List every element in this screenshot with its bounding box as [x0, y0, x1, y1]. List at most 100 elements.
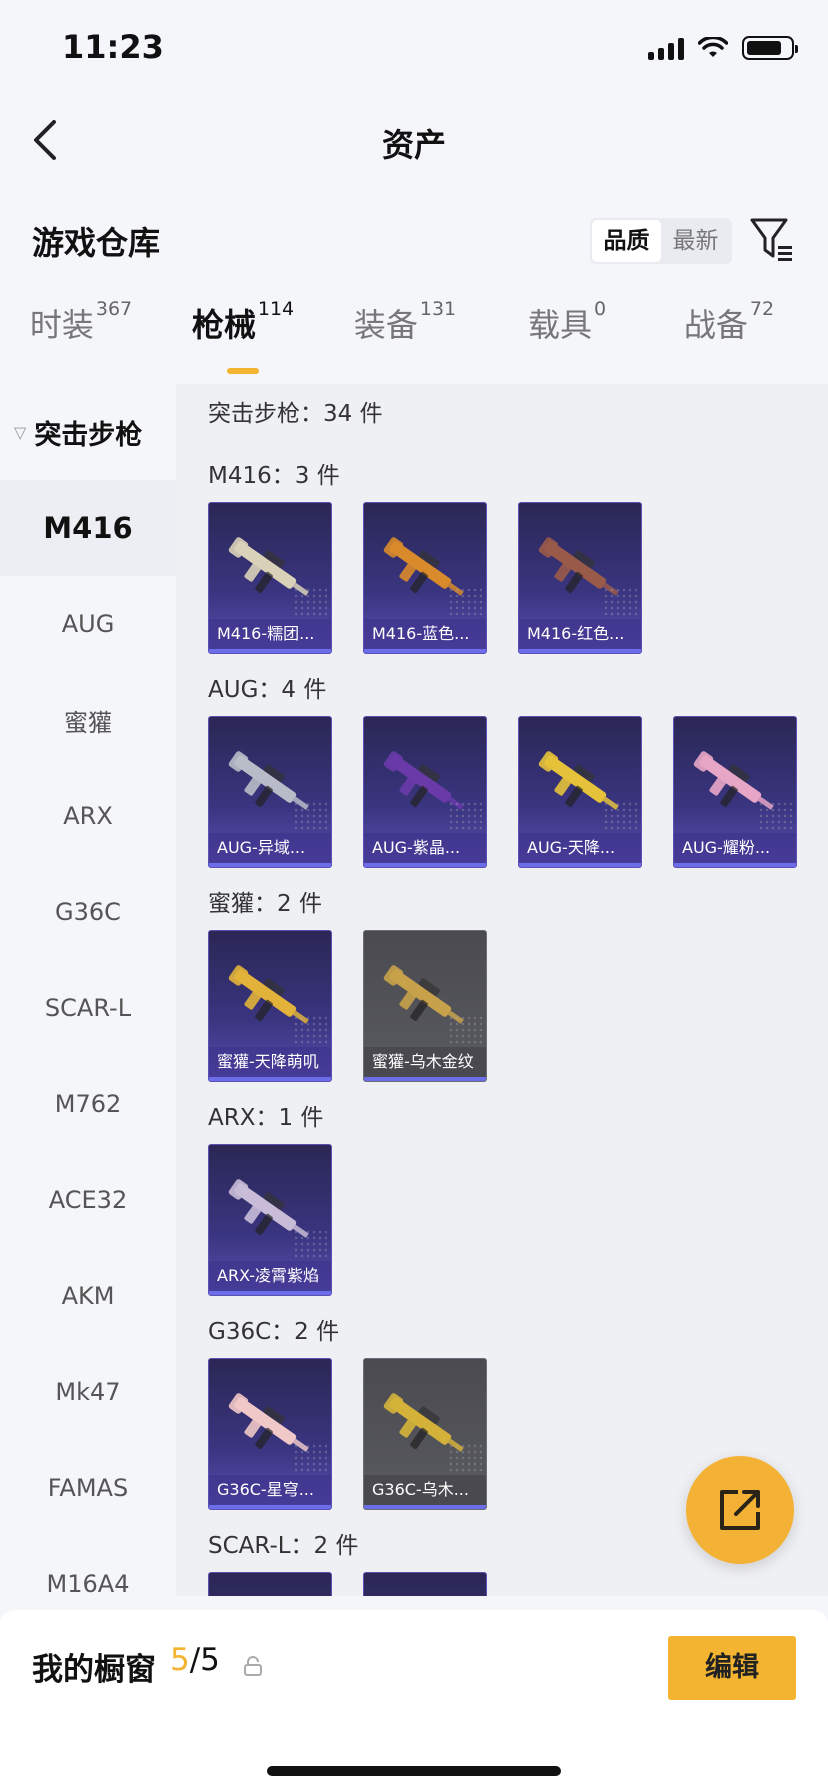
- card-bar: [209, 1077, 331, 1081]
- skin-card[interactable]: 蜜獾-乌木金纹: [363, 930, 487, 1082]
- tab-count: 131: [419, 298, 457, 320]
- skin-name: G36C-乌木...: [364, 1475, 486, 1505]
- skin-name: M416-红色...: [519, 619, 641, 649]
- status-bar: 11:23: [0, 0, 828, 100]
- sort-quality-button[interactable]: 品质: [592, 220, 661, 262]
- section-title: G36C：2 件: [208, 1319, 340, 1345]
- tab-count: 0: [593, 298, 607, 320]
- sidebar-item[interactable]: 蜜獾: [0, 672, 176, 768]
- sidebar-group-assault-rifles[interactable]: ▽ 突击步枪: [0, 384, 176, 480]
- filter-icon[interactable]: [748, 214, 796, 266]
- card-bar: [364, 863, 486, 867]
- skin-name: AUG-紫晶...: [364, 833, 486, 863]
- showcase-count: 5/5: [170, 1642, 220, 1678]
- tab-count: 367: [95, 298, 133, 320]
- sidebar-item[interactable]: Mk47: [0, 1344, 176, 1440]
- rifle-icon: [223, 1591, 319, 1596]
- sidebar-item[interactable]: AKM: [0, 1248, 176, 1344]
- skin-card[interactable]: 蜜獾-天降萌叽: [208, 930, 332, 1082]
- skin-card[interactable]: [363, 1572, 487, 1596]
- showcase-label: 我的橱窗: [32, 1652, 156, 1688]
- card-pattern: [603, 801, 637, 831]
- card-pattern: [293, 587, 327, 617]
- sort-toggle: 品质 最新: [590, 218, 732, 264]
- tab-label: 装备: [353, 306, 418, 344]
- section-title: AUG：4 件: [208, 677, 327, 703]
- tab-label: 时装: [29, 306, 94, 344]
- page-title: 游戏仓库: [32, 224, 161, 262]
- sidebar-item[interactable]: AUG: [0, 576, 176, 672]
- skin-name: AUG-耀粉...: [674, 833, 796, 863]
- skin-card[interactable]: G36C-乌木...: [363, 1358, 487, 1510]
- card-pattern: [293, 1229, 327, 1259]
- skin-grid: [208, 1572, 828, 1596]
- tab-firearms[interactable]: 枪械 114: [162, 298, 324, 384]
- category-count: 突击步枪：34 件: [208, 401, 383, 427]
- skin-name: G36C-星穹...: [209, 1475, 331, 1505]
- skin-name: 蜜獾-天降萌叽: [209, 1047, 331, 1077]
- skin-card[interactable]: AUG-天降...: [518, 716, 642, 868]
- card-pattern: [448, 1015, 482, 1045]
- skin-card[interactable]: G36C-星穹...: [208, 1358, 332, 1510]
- skin-card[interactable]: AUG-异域...: [208, 716, 332, 868]
- card-pattern: [293, 1443, 327, 1473]
- card-bar: [519, 649, 641, 653]
- tab-underline: [227, 368, 259, 374]
- skin-card[interactable]: M416-糯团...: [208, 502, 332, 654]
- wifi-icon: [698, 37, 728, 57]
- tab-vehicles[interactable]: 载具 0: [486, 298, 648, 384]
- showcase-bar: 我的橱窗 5/5 编辑: [0, 1610, 828, 1792]
- category-tabs: 时装 367 枪械 114 装备 131 载具 0 战备 72: [0, 298, 828, 384]
- card-bar: [674, 863, 796, 867]
- showcase-total: /5: [189, 1642, 220, 1678]
- sidebar-item[interactable]: M416: [0, 480, 176, 576]
- share-button[interactable]: [686, 1456, 794, 1564]
- skin-card[interactable]: AUG-耀粉...: [673, 716, 797, 868]
- card-bar: [209, 863, 331, 867]
- battery-icon: [742, 36, 798, 60]
- tab-count: 72: [749, 298, 775, 320]
- tab-label: 枪械: [191, 306, 256, 344]
- section-title: M416：3 件: [208, 463, 340, 489]
- weapon-sections: M416：3 件 M416-糯团... M416-蓝色... M416-红色..…: [208, 444, 828, 1596]
- skin-card[interactable]: ARX-凌霄紫焰: [208, 1144, 332, 1296]
- sidebar-item[interactable]: ACE32: [0, 1152, 176, 1248]
- skin-name: M416-糯团...: [209, 619, 331, 649]
- rifle-icon: [378, 1591, 474, 1596]
- sidebar-item[interactable]: ARX: [0, 768, 176, 864]
- skin-name: 蜜獾-乌木金纹: [364, 1047, 486, 1077]
- card-bar: [364, 1505, 486, 1509]
- tab-label: 战备: [683, 306, 748, 344]
- card-bar: [519, 863, 641, 867]
- sort-newest-button[interactable]: 最新: [661, 220, 730, 262]
- skin-card[interactable]: M416-蓝色...: [363, 502, 487, 654]
- sidebar-item[interactable]: M762: [0, 1056, 176, 1152]
- sidebar-item[interactable]: M16A4: [0, 1536, 176, 1596]
- tab-equipment[interactable]: 装备 131: [324, 298, 486, 384]
- skin-name: ARX-凌霄紫焰: [209, 1261, 331, 1291]
- skin-grid: M416-糯团... M416-蓝色... M416-红色...: [208, 502, 828, 654]
- warehouse-header: 游戏仓库 品质 最新: [0, 210, 828, 270]
- tab-count: 114: [257, 298, 295, 320]
- skin-grid: 蜜獾-天降萌叽 蜜獾-乌木金纹: [208, 930, 828, 1082]
- skin-card[interactable]: M416-红色...: [518, 502, 642, 654]
- card-pattern: [448, 1443, 482, 1473]
- card-pattern: [758, 801, 792, 831]
- card-pattern: [293, 1015, 327, 1045]
- sidebar-item[interactable]: FAMAS: [0, 1440, 176, 1536]
- weapon-section: AUG：4 件 AUG-异域... AUG-紫晶... AUG-天降... AU…: [208, 658, 828, 868]
- sidebar-group-label: 突击步枪: [34, 419, 143, 451]
- skin-name: AUG-异域...: [209, 833, 331, 863]
- skin-card[interactable]: [208, 1572, 332, 1596]
- section-title: ARX：1 件: [208, 1105, 324, 1131]
- edit-button[interactable]: 编辑: [668, 1636, 796, 1700]
- skin-card[interactable]: AUG-紫晶...: [363, 716, 487, 868]
- card-pattern: [293, 801, 327, 831]
- tab-fashion[interactable]: 时装 367: [0, 298, 162, 384]
- weapon-section: ARX：1 件 ARX-凌霄紫焰: [208, 1086, 828, 1296]
- sidebar-item[interactable]: G36C: [0, 864, 176, 960]
- card-bar: [364, 1077, 486, 1081]
- sidebar-item[interactable]: SCAR-L: [0, 960, 176, 1056]
- weapon-section: 蜜獾：2 件 蜜獾-天降萌叽 蜜獾-乌木金纹: [208, 872, 828, 1082]
- tab-gear[interactable]: 战备 72: [648, 298, 810, 384]
